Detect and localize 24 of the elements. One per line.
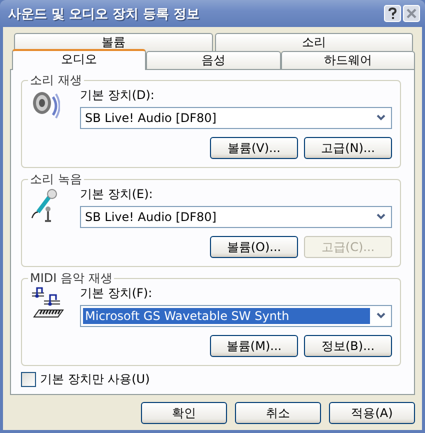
- device-label: 기본 장치(D):: [80, 87, 156, 104]
- dialog-button[interactable]: 적용(A): [329, 402, 415, 424]
- tab[interactable]: 하드웨어: [280, 51, 415, 69]
- window-title: 사운드 및 오디오 장치 등록 정보: [8, 6, 200, 22]
- tab[interactable]: 오디오: [12, 49, 146, 70]
- group-title: 소리 재생: [28, 72, 84, 89]
- device-dropdown[interactable]: SB Live! Audio [DF80]: [80, 107, 392, 129]
- dialog-button[interactable]: 취소: [235, 402, 321, 424]
- dialog-button[interactable]: 정보(B)...: [304, 335, 392, 357]
- dialog-button[interactable]: 볼륨(V)...: [210, 137, 298, 159]
- device-label: 기본 장치(E):: [80, 186, 154, 203]
- dialog-button[interactable]: 고급(N)...: [304, 137, 392, 159]
- tab[interactable]: 음성: [146, 51, 281, 69]
- tab[interactable]: 볼륨: [14, 33, 212, 51]
- device-label: 기본 장치(F):: [80, 285, 154, 302]
- tab[interactable]: 소리: [214, 33, 413, 51]
- group-title: MIDI 음악 재생: [28, 270, 114, 287]
- dialog-button[interactable]: 확인: [141, 402, 227, 424]
- checkbox-label[interactable]: 기본 장치만 사용(U): [40, 371, 150, 388]
- device-dropdown[interactable]: SB Live! Audio [DF80]: [80, 206, 392, 228]
- device-dropdown[interactable]: Microsoft GS Wavetable SW Synth: [80, 305, 392, 327]
- dialog-button[interactable]: 볼륨(M)...: [210, 335, 298, 357]
- dialog-button[interactable]: 볼륨(O)...: [210, 236, 298, 258]
- group-title: 소리 녹음: [28, 171, 84, 188]
